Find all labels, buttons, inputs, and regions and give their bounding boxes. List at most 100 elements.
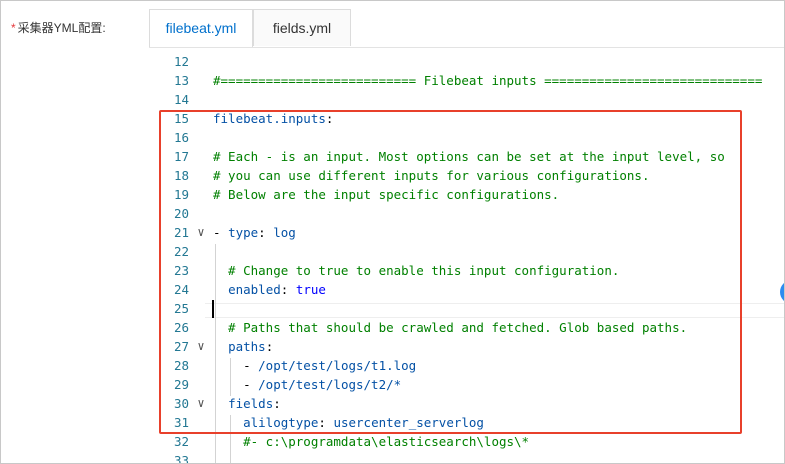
line-number: 32: [173, 434, 189, 449]
code-text: # you can use different inputs for vario…: [213, 166, 650, 185]
code-line[interactable]: 25: [149, 299, 784, 318]
code-editor[interactable]: 12 13 #========================== Filebeat…: [149, 48, 784, 463]
line-number: 20: [173, 206, 189, 221]
code-text: #- c:\programdata\elasticsearch\logs\*: [213, 432, 529, 451]
code-line[interactable]: 17 # Each - is an input. Most options can…: [149, 147, 784, 166]
code-line[interactable]: 33: [149, 451, 784, 463]
code-token: usercenter_serverlog: [333, 415, 484, 430]
line-number: 26: [173, 320, 189, 335]
yml-config-label-text: 采集器YML配置:: [17, 21, 106, 35]
code-text: - /opt/test/logs/t1.log: [213, 356, 416, 375]
line-number: 18: [173, 168, 189, 183]
line-number: 22: [173, 244, 189, 259]
code-token: filebeat.inputs: [213, 111, 326, 126]
code-token: :: [265, 339, 274, 354]
code-line[interactable]: 30 ∨ fields:: [149, 394, 784, 413]
code-text: filebeat.inputs:: [213, 109, 333, 128]
code-token: /opt/test/logs/t2/*: [258, 377, 402, 392]
code-token: log: [273, 225, 296, 240]
code-token: -: [213, 377, 259, 392]
line-number: 25: [173, 301, 189, 316]
code-token: # you can use different inputs for vario…: [213, 168, 650, 183]
code-token: /opt/test/logs/t1.log: [258, 358, 417, 373]
code-token: # Change to true to enable this input co…: [213, 263, 620, 278]
code-token: paths: [228, 339, 266, 354]
code-text: - /opt/test/logs/t2/*: [213, 375, 401, 394]
code-line[interactable]: 18 # you can use different inputs for var…: [149, 166, 784, 185]
code-text: paths:: [213, 337, 273, 356]
code-line[interactable]: 27 ∨ paths:: [149, 337, 784, 356]
code-text: # Each - is an input. Most options can b…: [213, 147, 725, 166]
code-line[interactable]: 22: [149, 242, 784, 261]
code-line[interactable]: 31 alilogtype: usercenter_serverlog: [149, 413, 784, 432]
code-token: :: [318, 415, 334, 430]
code-line[interactable]: 14: [149, 90, 784, 109]
code-line[interactable]: 23 # Change to true to enable this input…: [149, 261, 784, 280]
fold-chevron-icon[interactable]: ∨: [195, 394, 207, 413]
fold-chevron-icon[interactable]: ∨: [195, 223, 207, 242]
code-line[interactable]: 19 # Below are the input specific configu…: [149, 185, 784, 204]
line-number: 15: [173, 111, 189, 126]
code-line[interactable]: 15 filebeat.inputs:: [149, 109, 784, 128]
code-token: type: [228, 225, 259, 240]
code-line[interactable]: 12: [149, 52, 784, 71]
line-number: 23: [173, 263, 189, 278]
code-token: -: [213, 358, 259, 373]
code-token: :: [258, 225, 274, 240]
code-token: :: [325, 111, 334, 126]
code-token: # Paths that should be crawled and fetch…: [213, 320, 688, 335]
code-token: # Below are the input specific configura…: [213, 187, 560, 202]
line-number: 27: [173, 339, 189, 354]
line-number: 31: [173, 415, 189, 430]
config-panel: * 采集器YML配置: filebeat.yml fields.yml 12 13 #…: [0, 0, 785, 464]
line-number: 21: [173, 225, 189, 240]
code-token: # Each - is an input. Most options can b…: [213, 149, 725, 164]
line-number: 24: [173, 282, 189, 297]
code-token: #- c:\programdata\elasticsearch\logs\*: [213, 434, 530, 449]
code-line[interactable]: 32 #- c:\programdata\elasticsearch\logs\…: [149, 432, 784, 451]
code-line[interactable]: 20: [149, 204, 784, 223]
code-text: - type: log: [213, 223, 296, 242]
line-number: 16: [173, 130, 189, 145]
line-number: 30: [173, 396, 189, 411]
tab-fields-yml[interactable]: fields.yml: [253, 9, 351, 46]
code-text: # Below are the input specific configura…: [213, 185, 559, 204]
code-token: -: [213, 225, 229, 240]
code-text: #========================== Filebeat inp…: [213, 71, 762, 90]
code-text: alilogtype: usercenter_serverlog: [213, 413, 484, 432]
fold-chevron-icon[interactable]: ∨: [195, 337, 207, 356]
code-line[interactable]: 26 # Paths that should be crawled and fe…: [149, 318, 784, 337]
code-token: true: [295, 282, 326, 297]
code-token: enabled: [228, 282, 281, 297]
line-number: 14: [173, 92, 189, 107]
line-number: 33: [173, 453, 189, 463]
code-token: #========================== Filebeat inp…: [213, 73, 763, 88]
code-text: fields:: [213, 394, 281, 413]
line-number: 29: [173, 377, 189, 392]
code-token: :: [280, 282, 296, 297]
line-number: 28: [173, 358, 189, 373]
code-line[interactable]: 13 #========================== Filebeat i…: [149, 71, 784, 90]
line-number: 13: [173, 73, 189, 88]
tab-filebeat-yml[interactable]: filebeat.yml: [149, 9, 253, 47]
file-tabs: filebeat.yml fields.yml: [149, 9, 784, 48]
code-token: :: [273, 396, 281, 411]
code-text: enabled: true: [213, 280, 326, 299]
code-line[interactable]: 21 ∨ - type: log: [149, 223, 784, 242]
code-line[interactable]: 29 - /opt/test/logs/t2/*: [149, 375, 784, 394]
yml-config-label: * 采集器YML配置:: [11, 19, 106, 36]
code-text: # Change to true to enable this input co…: [213, 261, 619, 280]
line-number: 12: [173, 54, 189, 69]
code-token: fields: [228, 396, 274, 411]
line-number: 19: [173, 187, 189, 202]
code-line[interactable]: 24 enabled: true: [149, 280, 784, 299]
code-token: alilogtype: [243, 415, 319, 430]
code-text: # Paths that should be crawled and fetch…: [213, 318, 687, 337]
code-line[interactable]: 16: [149, 128, 784, 147]
code-line[interactable]: 28 - /opt/test/logs/t1.log: [149, 356, 784, 375]
required-mark: *: [11, 21, 16, 35]
